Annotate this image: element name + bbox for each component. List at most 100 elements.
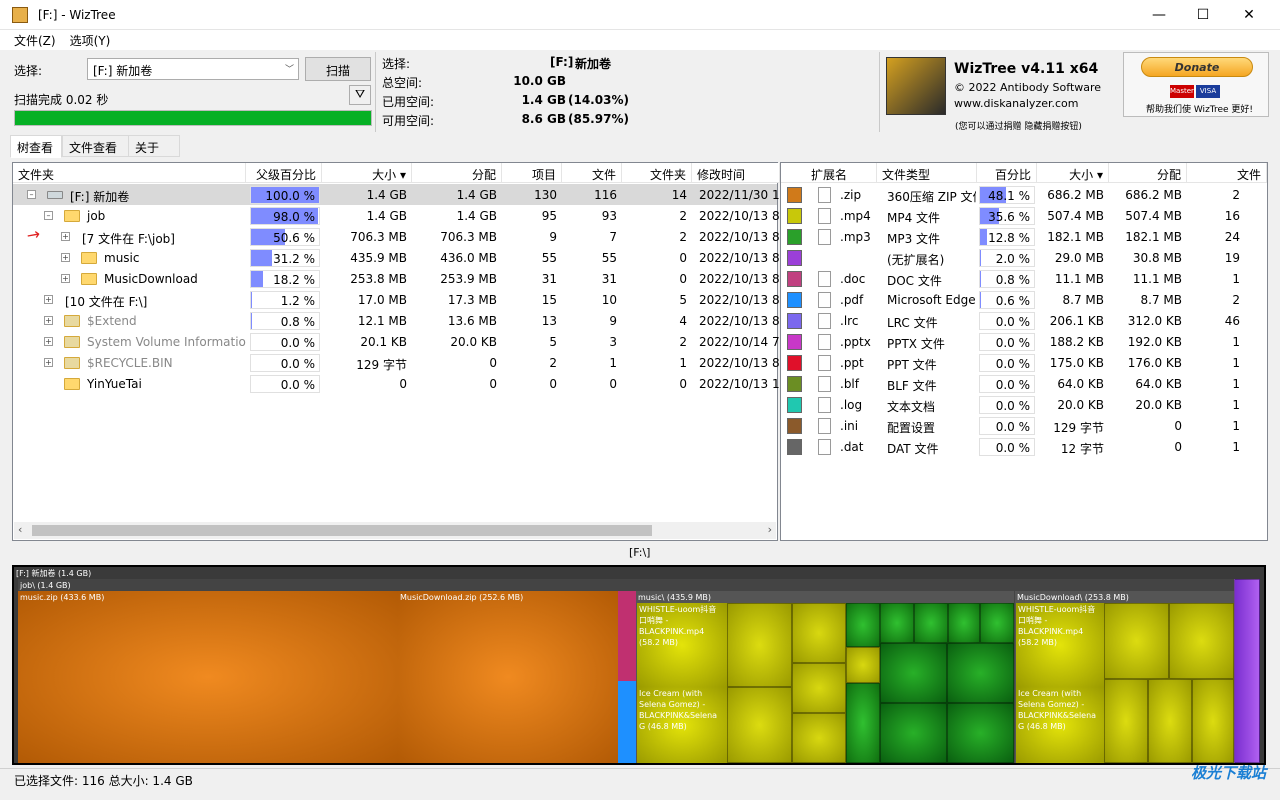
treemap-md-mp4-b[interactable]: Ice Cream (with Selena Gomez) - BLACKPIN… xyxy=(1016,687,1104,763)
ext-row[interactable]: .pdf Microsoft Edge PDF 0.6 % 8.7 MB 8.7 MB 2 xyxy=(781,289,1267,310)
ext-header-4[interactable]: 分配 xyxy=(1109,163,1187,183)
treemap-mp4-block[interactable] xyxy=(1104,603,1169,679)
ext-row[interactable]: .mp3 MP3 文件 12.8 % 182.1 MB 182.1 MB 24 xyxy=(781,226,1267,247)
treemap-mp4-block[interactable] xyxy=(792,603,846,663)
expand-icon[interactable]: + xyxy=(44,337,53,346)
treemap-noext-block[interactable] xyxy=(1234,579,1260,763)
treemap-mp3-block[interactable] xyxy=(914,603,948,643)
tree-row[interactable]: + System Volume Information 0.0 % 20.1 KB 20… xyxy=(13,331,780,352)
ext-header-0[interactable]: 扩展名 xyxy=(781,163,877,183)
brand-url[interactable]: www.diskanalyzer.com xyxy=(954,97,1079,110)
folders-cell: 0 xyxy=(679,377,687,391)
expand-icon[interactable]: + xyxy=(61,274,70,283)
scroll-left-icon[interactable]: ‹ xyxy=(18,523,22,536)
scroll-thumb[interactable] xyxy=(32,525,652,536)
ext-row[interactable]: .zip 360压缩 ZIP 文件 48.1 % 686.2 MB 686.2 MB 2 xyxy=(781,184,1267,205)
minimize-button[interactable]: — xyxy=(1136,0,1182,30)
ext-row[interactable]: .dat DAT 文件 0.0 % 12 字节 0 1 xyxy=(781,436,1267,457)
menu-options[interactable]: 选项(Y) xyxy=(63,30,118,51)
ext-row[interactable]: .log 文本文档 0.0 % 20.0 KB 20.0 KB 1 xyxy=(781,394,1267,415)
treemap-mp4-block[interactable] xyxy=(1169,603,1234,679)
file-type-icon xyxy=(818,292,831,308)
treemap-mp3-block[interactable] xyxy=(980,603,1014,643)
ext-row[interactable]: .blf BLF 文件 0.0 % 64.0 KB 64.0 KB 1 xyxy=(781,373,1267,394)
expand-icon[interactable]: + xyxy=(44,316,53,325)
treemap-mp4-block[interactable] xyxy=(1192,679,1234,763)
expand-icon[interactable]: + xyxy=(44,358,53,367)
treemap-mp4-block[interactable] xyxy=(792,663,846,713)
ext-header-3[interactable]: 大小 ▾ xyxy=(1037,163,1109,183)
close-button[interactable]: ✕ xyxy=(1226,0,1272,30)
expand-icon[interactable]: + xyxy=(61,232,70,241)
expand-icon[interactable]: + xyxy=(61,253,70,262)
ext-row[interactable]: .lrc LRC 文件 0.0 % 206.1 KB 312.0 KB 46 xyxy=(781,310,1267,331)
treemap-mp3-block[interactable] xyxy=(846,683,880,763)
tree-header-0[interactable]: 文件夹 xyxy=(13,163,246,183)
collapse-icon[interactable]: – xyxy=(27,190,36,199)
ext-row[interactable]: .pptx PPTX 文件 0.0 % 188.2 KB 192.0 KB 1 xyxy=(781,331,1267,352)
ext-row[interactable]: .doc DOC 文件 0.8 % 11.1 MB 11.1 MB 1 xyxy=(781,268,1267,289)
tree-row[interactable]: + [7 文件在 F:\job] 50.6 % 706.3 MB 706.3 MB 9 7 2… xyxy=(13,226,780,247)
treemap-mp4-b[interactable]: Ice Cream (with Selena Gomez) - BLACKPIN… xyxy=(637,687,727,763)
tree-row[interactable]: + $Extend 0.8 % 12.1 MB 13.6 MB 13 9 4 2022/10/1… xyxy=(13,310,780,331)
tree-row[interactable]: + music 31.2 % 435.9 MB 436.0 MB 55 55 0 2022/10… xyxy=(13,247,780,268)
ext-header-1[interactable]: 文件类型 xyxy=(877,163,977,183)
ext-row[interactable]: .mp4 MP4 文件 35.6 % 507.4 MB 507.4 MB 16 xyxy=(781,205,1267,226)
treemap-mp4-block[interactable] xyxy=(846,647,880,683)
size-cell: 182.1 MB xyxy=(1047,230,1104,244)
maximize-button[interactable]: ☐ xyxy=(1180,0,1226,30)
ext-row[interactable]: (无扩展名) 2.0 % 29.0 MB 30.8 MB 19 xyxy=(781,247,1267,268)
tree-header-3[interactable]: 分配 xyxy=(412,163,502,183)
scroll-right-icon[interactable]: › xyxy=(768,523,772,536)
ext-row[interactable]: .ini 配置设置 0.0 % 129 字节 0 1 xyxy=(781,415,1267,436)
treemap-mp4-a[interactable]: WHISTLE-uoom抖音 口哨舞 - BLACKPINK.mp4 (58.2… xyxy=(637,603,727,687)
treemap-mp4-block[interactable] xyxy=(727,603,792,687)
folder-name: music xyxy=(104,251,140,265)
tree-row[interactable]: + [10 文件在 F:\] 1.2 % 17.0 MB 17.3 MB 15 10 5 202… xyxy=(13,289,780,310)
tree-header-5[interactable]: 文件 xyxy=(562,163,622,183)
tree-row[interactable]: – job 98.0 % 1.4 GB 1.4 GB 95 93 2 2022/10/13 8:… xyxy=(13,205,780,226)
treemap-mp4-block[interactable] xyxy=(727,687,792,763)
treemap-pdf-block[interactable] xyxy=(618,681,636,763)
tree-header-4[interactable]: 项目 xyxy=(502,163,562,183)
treemap-mp4-block[interactable] xyxy=(1104,679,1148,763)
tab-about[interactable]: 关于 xyxy=(128,135,180,157)
tree-header-6[interactable]: 文件夹 xyxy=(622,163,692,183)
drive-select[interactable]: [F:] 新加卷 ﹀ xyxy=(87,58,299,80)
treemap[interactable]: [F:] 新加卷 (1.4 GB) job\ (1.4 GB) music.zi… xyxy=(12,565,1266,765)
treemap-mp4-block[interactable] xyxy=(792,713,846,763)
tree-row[interactable]: – [F:] 新加卷 100.0 % 1.4 GB 1.4 GB 130 116 14 2022… xyxy=(13,184,780,205)
treemap-mp3-block[interactable] xyxy=(880,643,947,703)
donate-panel[interactable]: Donate MasterCardVISA 帮助我们使 WizTree 更好! xyxy=(1123,52,1269,117)
tree-row[interactable]: YinYueTai 0.0 % 0 0 0 0 0 2022/10/13 16 xyxy=(13,373,780,394)
tree-header-2[interactable]: 大小 ▾ xyxy=(322,163,412,183)
ext-header-2[interactable]: 百分比 xyxy=(977,163,1037,183)
treemap-mp3-block[interactable] xyxy=(846,603,880,647)
treemap-mp3-block[interactable] xyxy=(947,643,1014,703)
treemap-mp4-block[interactable] xyxy=(1148,679,1192,763)
tree-header-1[interactable]: 父级百分比 xyxy=(246,163,322,183)
tree-row[interactable]: + MusicDownload 18.2 % 253.8 MB 253.9 MB 31 31… xyxy=(13,268,780,289)
tree-header-7[interactable]: 修改时间 xyxy=(692,163,780,183)
scan-button[interactable]: 扫描 xyxy=(305,57,371,81)
ext-header-5[interactable]: 文件 xyxy=(1187,163,1267,183)
filter-icon[interactable]: ⛛ xyxy=(349,85,371,105)
treemap-mp3-block[interactable] xyxy=(948,603,980,643)
treemap-musicdownload-zip[interactable]: MusicDownload.zip (252.6 MB) xyxy=(398,591,618,763)
collapse-icon[interactable]: – xyxy=(44,211,53,220)
treemap-mp3-block[interactable] xyxy=(947,703,1014,763)
menu-file[interactable]: 文件(Z) xyxy=(7,30,63,51)
donate-button[interactable]: Donate xyxy=(1141,57,1253,77)
expand-icon[interactable]: + xyxy=(44,295,53,304)
treemap-doc-block[interactable] xyxy=(618,591,636,681)
treemap-mp3-block[interactable] xyxy=(880,603,914,643)
treemap-md-mp4-a[interactable]: WHISTLE-uoom抖音 口哨舞 - BLACKPINK.mp4 (58.2… xyxy=(1016,603,1104,687)
tree-row[interactable]: + $RECYCLE.BIN 0.0 % 129 字节 0 2 1 1 2022/10/13 8… xyxy=(13,352,780,373)
horizontal-scrollbar[interactable]: ‹ › xyxy=(14,522,776,539)
tab-tree-view[interactable]: 树查看 xyxy=(10,135,62,158)
file-type-icon xyxy=(818,334,831,350)
treemap-mp3-block[interactable] xyxy=(880,703,947,763)
treemap-music-zip[interactable]: music.zip (433.6 MB) xyxy=(18,591,398,763)
ext-row[interactable]: .ppt PPT 文件 0.0 % 175.0 KB 176.0 KB 1 xyxy=(781,352,1267,373)
file-type-icon xyxy=(818,271,831,287)
